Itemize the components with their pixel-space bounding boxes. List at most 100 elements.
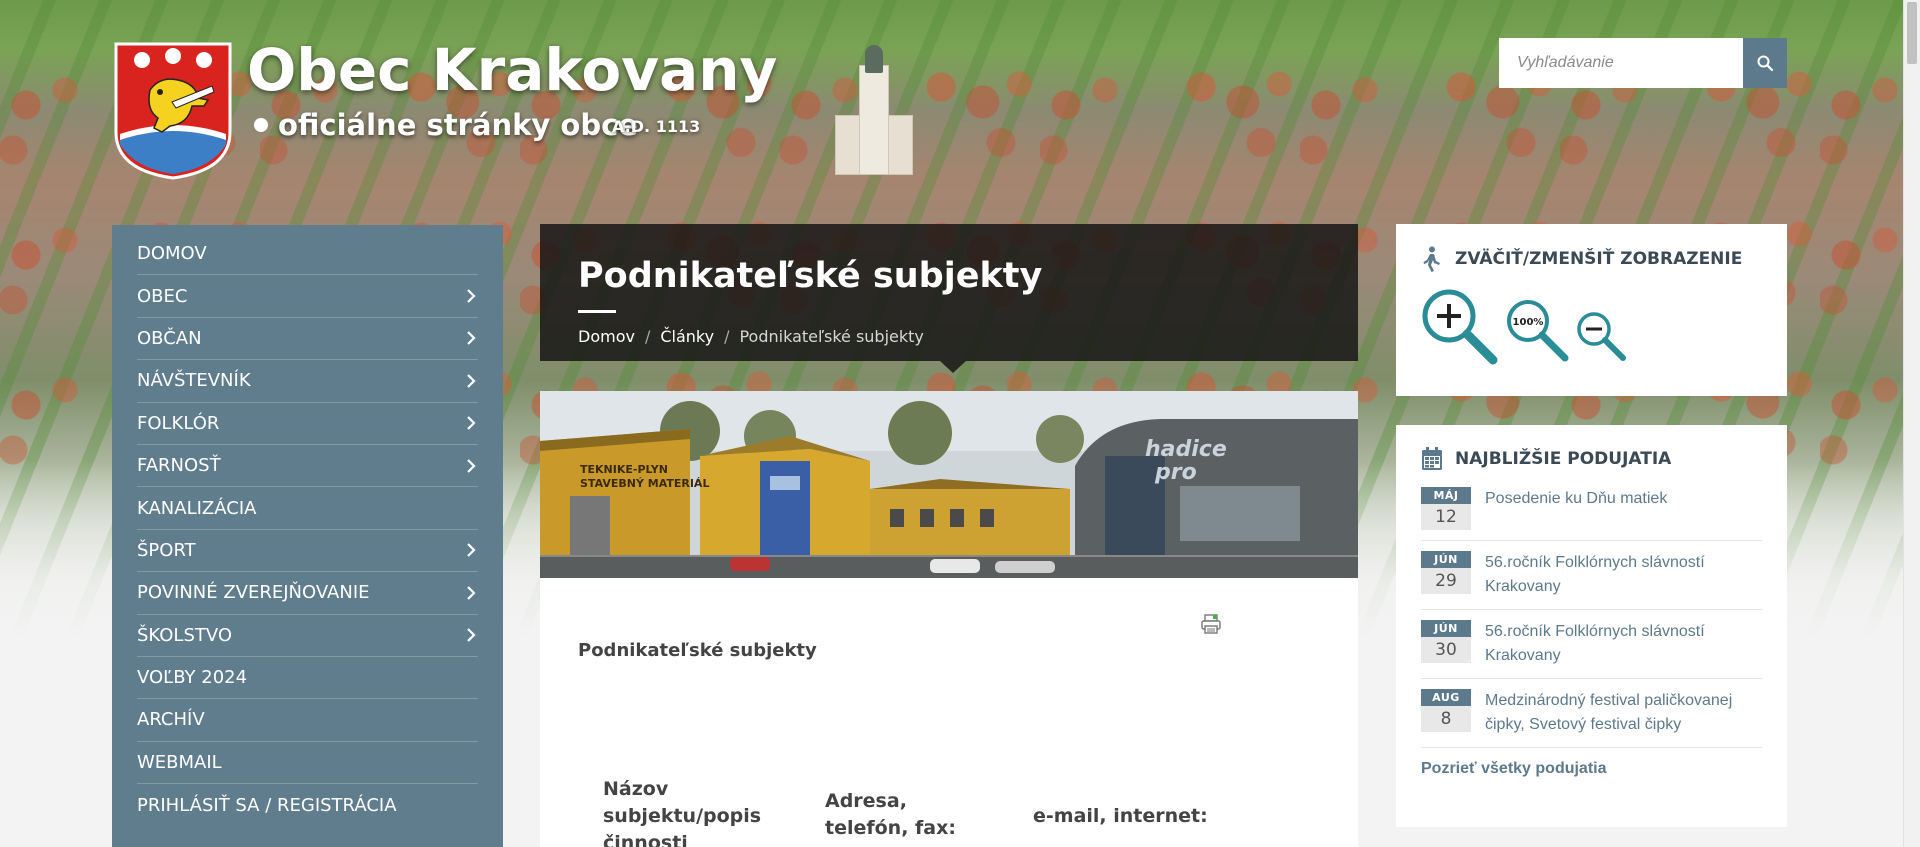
breadcrumb-articles[interactable]: Články [660, 327, 714, 346]
table-header-email: e-mail, internet: [1033, 805, 1208, 827]
chevron-right-icon[interactable] [464, 628, 478, 642]
header-pointer-arrow [940, 361, 966, 373]
nav-item[interactable]: PRIHLÁSIŤ SA / REGISTRÁCIA [137, 784, 478, 826]
nav-item-label: FOLKLÓR [137, 412, 220, 434]
nav-item[interactable]: WEBMAIL [137, 742, 478, 785]
event-title-link[interactable]: 56.ročník Folklórnych slávností Krakovan… [1485, 620, 1762, 668]
event-title-link[interactable]: Medzinárodný festival paličkovanej čipky… [1485, 689, 1762, 737]
chevron-right-icon[interactable] [464, 416, 478, 431]
all-events-link[interactable]: Pozrieť všetky podujatia [1421, 760, 1762, 778]
events-list: MÁJ 12 Posedenie ku Dňu matiek JÚN 29 56.ročn… [1421, 477, 1762, 748]
event-day: 8 [1421, 706, 1471, 732]
page-scrollbar[interactable] [1903, 0, 1920, 847]
chevron-right-icon[interactable] [464, 586, 478, 600]
breadcrumb: Domov / Články / Podnikateľské subjekty [578, 327, 924, 346]
chevron-right-icon[interactable] [464, 331, 478, 346]
nav-item[interactable]: VOĽBY 2024 [137, 657, 478, 700]
hero-sign-top: TEKNIKE-PLYN [580, 463, 668, 476]
article-content: Podnikateľské subjekty Názov subjektu/po… [540, 578, 1358, 847]
zoom-reset-label: 100% [1513, 317, 1544, 328]
event-day: 30 [1421, 637, 1471, 663]
event-date-badge: JÚN 29 [1421, 551, 1471, 599]
site-title[interactable]: Obec Krakovany [247, 36, 777, 104]
event-date-badge: AUG 8 [1421, 689, 1471, 737]
site-subtitle: oficiálne stránky obce [254, 108, 638, 142]
nav-item[interactable]: KANALIZÁCIA [137, 487, 478, 530]
event-day: 29 [1421, 568, 1471, 594]
page-header: Podnikateľské subjekty Domov / Články / … [540, 224, 1358, 361]
article-heading: Podnikateľské subjekty [578, 640, 817, 661]
nav-item-label: FARNOSŤ [137, 455, 221, 477]
nav-item[interactable]: POVINNÉ ZVEREJŇOVANIE [137, 572, 478, 615]
zoom-out-icon[interactable] [1575, 310, 1627, 362]
village-coat-of-arms-logo[interactable] [112, 40, 234, 180]
page-title: Podnikateľské subjekty [578, 256, 1043, 296]
chevron-right-icon[interactable] [464, 543, 478, 558]
zoom-in-icon[interactable] [1421, 288, 1499, 366]
chevron-right-icon[interactable] [464, 374, 478, 388]
nav-item-label: ARCHÍV [137, 709, 205, 731]
event-title-link[interactable]: Posedenie ku Dňu matiek [1485, 487, 1667, 530]
event-date-badge: MÁJ 12 [1421, 487, 1471, 530]
events-widget-title-text: NAJBLIŽŠIE PODUJATIA [1455, 449, 1672, 469]
event-month: AUG [1421, 689, 1471, 706]
nav-item[interactable]: OBČAN [137, 318, 478, 361]
nav-item-label: ŠPORT [137, 539, 196, 561]
event-day: 12 [1421, 504, 1471, 530]
business-buildings-photo: hadice pro TEKNIKE-PLYN STAVEBNÝ MATERIÁ… [540, 391, 1358, 578]
event-title-link[interactable]: 56.ročník Folklórnych slávností Krakovan… [1485, 551, 1762, 599]
nav-item-label: DOMOV [137, 243, 207, 265]
events-widget: NAJBLIŽŠIE PODUJATIA MÁJ 12 Posedenie ku D… [1396, 425, 1787, 827]
walking-person-icon [1423, 246, 1440, 272]
search-input[interactable] [1499, 38, 1743, 88]
main-navigation: DOMOV OBEC OBČAN NÁVŠTEVNÍK FOLKLÓR FARNOSŤ KA… [112, 225, 503, 847]
site-subtitle-text: oficiálne stránky obce [278, 108, 638, 142]
nav-item[interactable]: ŠPORT [137, 530, 478, 573]
nav-item-label: NÁVŠTEVNÍK [137, 370, 251, 392]
church-tower-decoration [835, 45, 913, 175]
scrollbar-thumb[interactable] [1907, 2, 1917, 64]
title-underline [578, 310, 616, 313]
zoom-widget-title-text: ZVÄČIŤ/ZMENŠIŤ ZOBRAZENIE [1455, 249, 1743, 269]
event-date-badge: JÚN 30 [1421, 620, 1471, 668]
breadcrumb-separator: / [644, 327, 651, 346]
calendar-icon [1422, 447, 1442, 470]
print-icon[interactable] [1200, 613, 1222, 635]
zoom-reset-icon[interactable]: 100% [1505, 298, 1569, 362]
nav-item-label: VOĽBY 2024 [137, 667, 248, 689]
nav-item[interactable]: FOLKLÓR [137, 403, 478, 445]
event-month: JÚN [1421, 551, 1471, 568]
nav-item-label: OBČAN [137, 327, 202, 349]
table-header-address: Adresa, telefón, fax: [825, 790, 956, 839]
hero-sign-pro: pro [1154, 460, 1197, 485]
nav-item[interactable]: OBEC [137, 275, 478, 318]
event-item: MÁJ 12 Posedenie ku Dňu matiek [1421, 477, 1762, 541]
nav-item[interactable]: DOMOV [137, 233, 478, 276]
breadcrumb-separator: / [724, 327, 730, 346]
nav-item[interactable]: ŠKOLSTVO [137, 615, 478, 657]
hero-sign-material: STAVEBNÝ MATERIÁL [580, 477, 709, 490]
nav-item-label: WEBMAIL [137, 751, 222, 773]
breadcrumb-current: Podnikateľské subjekty [739, 327, 924, 346]
nav-item-label: KANALIZÁCIA [137, 497, 257, 519]
search-icon [1757, 55, 1773, 71]
event-month: JÚN [1421, 620, 1471, 637]
search-button[interactable] [1743, 38, 1787, 88]
event-item: AUG 8 Medzinárodný festival paličkovanej č… [1421, 679, 1762, 748]
zoom-widget-title: ZVÄČIŤ/ZMENŠIŤ ZOBRAZENIE [1421, 246, 1762, 272]
event-item: JÚN 30 56.ročník Folklórnych slávností Kra… [1421, 610, 1762, 679]
chevron-right-icon[interactable] [464, 289, 478, 303]
nav-item[interactable]: ARCHÍV [137, 699, 478, 742]
zoom-controls: 100% [1421, 288, 1762, 366]
nav-item[interactable]: NÁVŠTEVNÍK [137, 360, 478, 403]
search-form [1499, 38, 1787, 88]
hero-sign-hadice: hadice [1145, 437, 1227, 462]
nav-item-label: OBEC [137, 285, 188, 307]
breadcrumb-home[interactable]: Domov [578, 327, 635, 346]
event-item: JÚN 29 56.ročník Folklórnych slávností Kra… [1421, 541, 1762, 610]
zoom-widget: ZVÄČIŤ/ZMENŠIŤ ZOBRAZENIE 100% [1396, 224, 1787, 396]
nav-item[interactable]: FARNOSŤ [137, 445, 478, 488]
nav-item-label: PRIHLÁSIŤ SA / REGISTRÁCIA [137, 794, 397, 816]
table-header-name: Názov subjektu/popis činnosti [603, 778, 762, 847]
chevron-right-icon[interactable] [464, 458, 478, 473]
